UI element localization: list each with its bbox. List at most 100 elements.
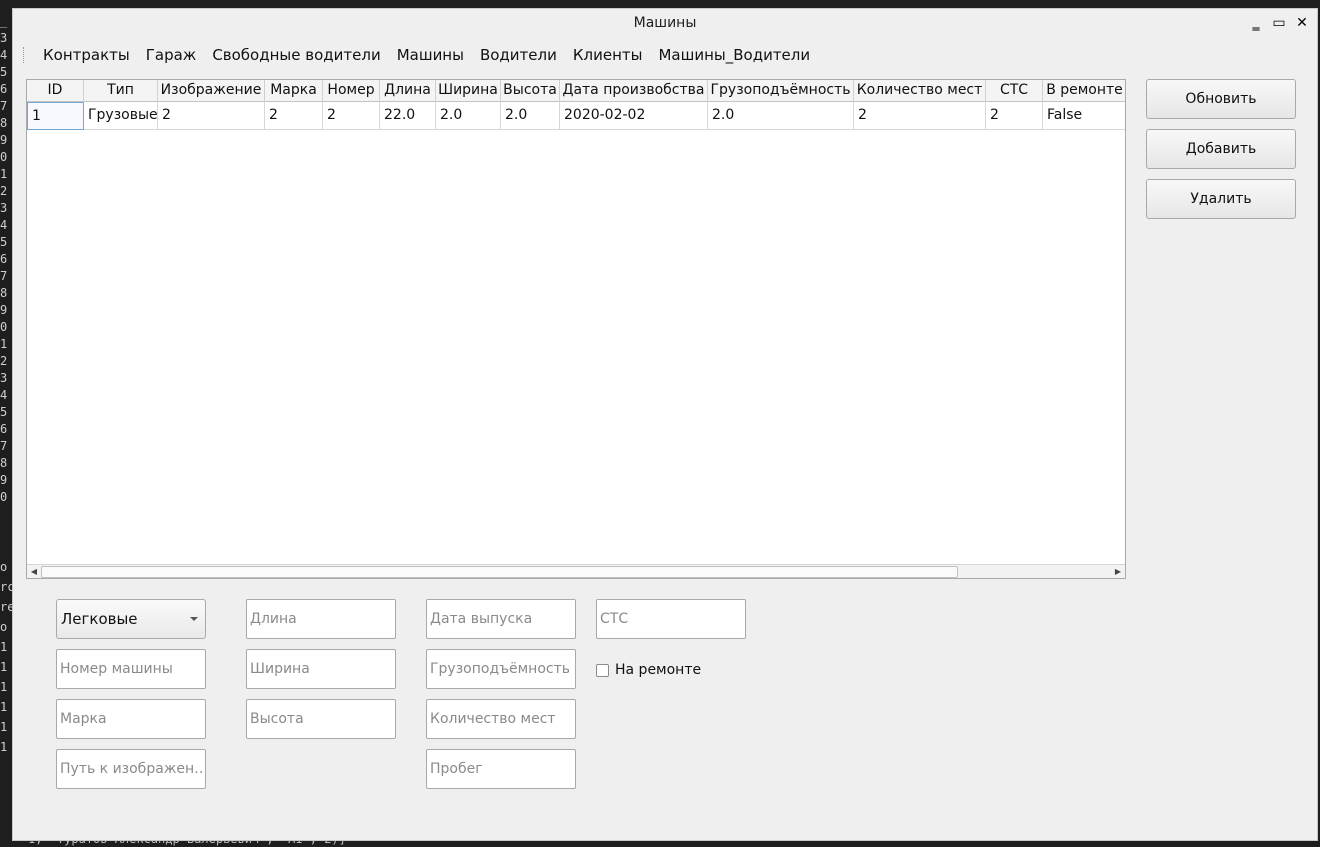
capacity-input[interactable] [426, 649, 576, 689]
close-icon[interactable]: ✕ [1294, 15, 1310, 31]
table-cell[interactable]: 2 [986, 102, 1043, 130]
table-cell[interactable]: 2.0 [708, 102, 854, 130]
scrollbar-thumb[interactable] [41, 566, 958, 578]
terminal-line-number: 5 [0, 65, 8, 79]
column-header[interactable]: Ширина [436, 80, 501, 102]
car-number-input[interactable] [56, 649, 206, 689]
column-header[interactable]: ID [27, 80, 84, 102]
width-input[interactable] [246, 649, 396, 689]
column-header[interactable]: Изображение [158, 80, 265, 102]
menu-bar: Контракты Гараж Свободные водители Машин… [13, 41, 1317, 69]
column-header[interactable]: Грузоподъёмность [708, 80, 854, 102]
terminal-line-number: 7 [0, 439, 8, 453]
column-header[interactable]: Дата произвобства [560, 80, 708, 102]
height-input[interactable] [246, 699, 396, 739]
column-header[interactable]: Марка [265, 80, 323, 102]
terminal-line-number: rc [0, 580, 12, 594]
terminal-line-number: 1 [0, 700, 8, 714]
terminal-line-number: 1 [0, 167, 8, 181]
terminal-line-number: 6 [0, 422, 8, 436]
table-cell[interactable]: 2 [158, 102, 265, 130]
table-cell[interactable]: Грузовые [84, 102, 158, 130]
terminal-line-number: 2 [0, 184, 8, 198]
menu-item-cars-drivers[interactable]: Машины_Водители [650, 41, 818, 69]
image-path-input[interactable] [56, 749, 206, 789]
terminal-line-number: 9 [0, 303, 8, 317]
terminal-line-number: 5 [0, 405, 8, 419]
menu-item-garage[interactable]: Гараж [138, 41, 205, 69]
release-date-input[interactable] [426, 599, 576, 639]
table-cell[interactable]: 2 [323, 102, 380, 130]
table-cell[interactable]: 2 [854, 102, 986, 130]
column-header[interactable]: СТС [986, 80, 1043, 102]
table-cell[interactable]: 2020-02-02 [560, 102, 708, 130]
table-cell[interactable]: 2.0 [501, 102, 560, 130]
terminal-line-number: 1 [0, 680, 8, 694]
scrollbar-track[interactable] [41, 566, 1111, 578]
maximize-icon[interactable]: ▭ [1271, 15, 1287, 31]
horizontal-scrollbar[interactable]: ◀ ▶ [27, 564, 1125, 578]
terminal-line-number: 6 [0, 252, 8, 266]
scroll-right-icon[interactable]: ▶ [1111, 565, 1125, 578]
terminal-line-number: 8 [0, 116, 8, 130]
refresh-button[interactable]: Обновить [1146, 79, 1296, 119]
background-terminal: _ 3 4 5 6 7 8 9 0 1 2 3 4 5 6 7 8 9 0 1 2 3 4 5 6 7 8 9 0 о rc re о 1 1 1 1 1… [0, 0, 12, 847]
seats-input[interactable] [426, 699, 576, 739]
menu-item-contracts[interactable]: Контракты [35, 41, 138, 69]
cars-table[interactable]: ID Тип Изображение Марка Номер Длина Ширина Выс… [26, 79, 1126, 579]
toolbar-grip-icon[interactable] [23, 47, 26, 63]
terminal-line-number: 2 [0, 354, 8, 368]
terminal-line-number: 1 [0, 720, 8, 734]
repair-checkbox[interactable]: На ремонте [596, 662, 701, 678]
brand-input[interactable] [56, 699, 206, 739]
terminal-line-number: 3 [0, 371, 8, 385]
menu-item-clients[interactable]: Клиенты [565, 41, 651, 69]
column-header[interactable]: Номер [323, 80, 380, 102]
column-header[interactable]: В ремонте [1043, 80, 1125, 102]
add-button[interactable]: Добавить [1146, 129, 1296, 169]
car-type-select[interactable]: Легковые [56, 599, 206, 639]
terminal-line-number: 4 [0, 218, 8, 232]
terminal-line-number: 8 [0, 456, 8, 470]
table-row[interactable]: 1 Грузовые 2 2 2 22.0 2.0 2.0 2020-02-02 2.0 2 2 Fal… [27, 102, 1125, 130]
terminal-line-number: о [0, 620, 8, 634]
terminal-line-number: 0 [0, 320, 8, 334]
table-cell[interactable]: 2 [265, 102, 323, 130]
terminal-line-number: о [0, 560, 8, 574]
terminal-line-number: 0 [0, 150, 8, 164]
terminal-line-number: re [0, 600, 12, 614]
terminal-line-number: 5 [0, 235, 8, 249]
scroll-left-icon[interactable]: ◀ [27, 565, 41, 578]
minimize-icon[interactable]: ‗ [1248, 15, 1264, 31]
terminal-line-number: 9 [0, 473, 8, 487]
table-cell[interactable]: False [1043, 102, 1125, 130]
terminal-line-number: 7 [0, 269, 8, 283]
terminal-line-number: 7 [0, 99, 8, 113]
repair-label: На ремонте [615, 662, 702, 678]
menu-item-cars[interactable]: Машины [389, 41, 472, 69]
terminal-line-number: 9 [0, 133, 8, 147]
column-header[interactable]: Длина [380, 80, 436, 102]
mileage-input[interactable] [426, 749, 576, 789]
delete-button[interactable]: Удалить [1146, 179, 1296, 219]
column-header[interactable]: Высота [501, 80, 560, 102]
terminal-line-number: 3 [0, 201, 8, 215]
terminal-line-number: 3 [0, 31, 8, 45]
menu-item-free-drivers[interactable]: Свободные водители [204, 41, 388, 69]
title-bar: Машины ‗ ▭ ✕ [13, 9, 1317, 39]
chevron-down-icon [190, 617, 198, 621]
terminal-line-number: 1 [0, 660, 8, 674]
column-header[interactable]: Тип [84, 80, 158, 102]
sts-input[interactable] [596, 599, 746, 639]
menu-item-drivers[interactable]: Водители [472, 41, 565, 69]
length-input[interactable] [246, 599, 396, 639]
table-cell[interactable]: 22.0 [380, 102, 436, 130]
terminal-line-number: 4 [0, 388, 8, 402]
table-cell[interactable]: 1 [27, 102, 84, 130]
table-cell[interactable]: 2.0 [436, 102, 501, 130]
checkbox-box[interactable] [596, 663, 609, 677]
terminal-line-number: 4 [0, 48, 8, 62]
column-header[interactable]: Количество мест [854, 80, 986, 102]
main-window: Машины ‗ ▭ ✕ Контракты Гараж Свободные в… [12, 8, 1318, 841]
terminal-line-number: 6 [0, 82, 8, 96]
